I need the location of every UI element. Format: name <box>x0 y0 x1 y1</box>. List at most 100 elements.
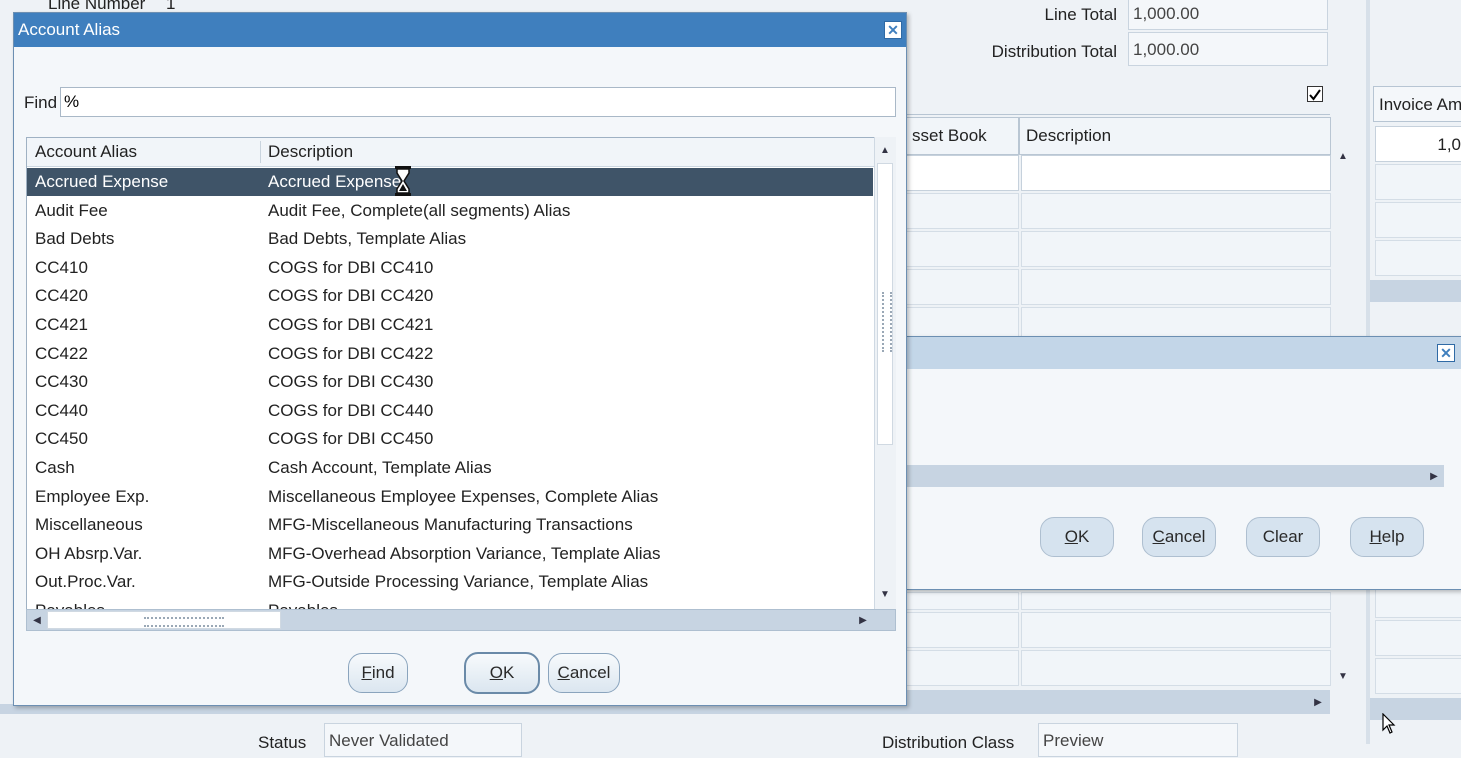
account-alias-list: Account Alias Description Accrued Expens… <box>26 137 876 611</box>
scroll-up-icon[interactable]: ▲ <box>877 141 893 159</box>
column-header-asset-book[interactable]: sset Book <box>905 117 1019 155</box>
dialog-title: Account Alias <box>18 20 121 39</box>
list-item[interactable]: Miscellaneous MFG-Miscellaneous Manufactu… <box>27 511 873 539</box>
column-header-account-alias[interactable]: Account Alias <box>35 142 137 162</box>
grid-cell[interactable] <box>1375 240 1461 276</box>
distribution-checkbox[interactable] <box>1307 86 1323 102</box>
list-item[interactable]: CC422 COGS for DBI CC422 <box>27 340 873 368</box>
list-item[interactable]: CC450 COGS for DBI CC450 <box>27 425 873 453</box>
account-alias-cell: CC430 <box>35 372 88 392</box>
description-cell: Miscellaneous Employee Expenses, Complet… <box>268 486 659 506</box>
grid-cell[interactable] <box>1375 164 1461 200</box>
list-item[interactable]: Cash Cash Account, Template Alias <box>27 454 873 482</box>
close-icon[interactable]: ✕ <box>1437 344 1455 362</box>
grid-horizontal-scrollbar[interactable] <box>905 690 1330 714</box>
scroll-down-icon[interactable]: ▼ <box>1335 667 1351 685</box>
account-alias-cell: Bad Debts <box>35 229 115 249</box>
grid-cell[interactable] <box>905 155 1019 191</box>
description-cell: COGS for DBI CC450 <box>268 429 434 449</box>
grid-cell[interactable] <box>1375 620 1461 656</box>
list-item[interactable]: CC430 COGS for DBI CC430 <box>27 368 873 396</box>
list-horizontal-scrollbar[interactable]: ◀ ▶ <box>26 609 896 631</box>
list-item[interactable]: Accrued Expense Accrued Expense <box>27 168 873 196</box>
list-item[interactable]: CC440 COGS for DBI CC440 <box>27 397 873 425</box>
account-alias-cell: OH Absrp.Var. <box>35 543 143 563</box>
account-alias-titlebar[interactable]: Account Alias <box>14 13 906 47</box>
distribution-total-field[interactable]: 1,000.00 <box>1128 32 1328 66</box>
account-alias-cell: CC421 <box>35 315 88 334</box>
description-cell: MFG-Overhead Absorption Variance, Templa… <box>268 543 661 563</box>
grid-cell[interactable] <box>905 269 1019 305</box>
description-cell: MFG-Miscellaneous Manufacturing Transact… <box>268 515 633 535</box>
account-alias-cell: Out.Proc.Var. <box>35 572 136 592</box>
grid-cell[interactable] <box>1375 202 1461 238</box>
list-item[interactable]: Employee Exp. Miscellaneous Employee Expe… <box>27 483 873 511</box>
find-input[interactable] <box>60 87 896 117</box>
account-alias-cell: Audit Fee <box>35 200 108 220</box>
line-total-label: Line Total <box>1044 5 1117 24</box>
grid-cell[interactable] <box>1021 592 1331 610</box>
grid-cell[interactable] <box>1021 612 1331 648</box>
ok-button[interactable]: OK <box>464 652 540 694</box>
column-header-description[interactable]: Description <box>268 142 353 162</box>
description-cell: Audit Fee, Complete(all segments) Alias <box>268 200 571 220</box>
grid-cell[interactable] <box>905 650 1019 686</box>
distribution-total-label: Distribution Total <box>991 42 1117 61</box>
account-alias-dialog: Account Alias ✕ Find Account Alias Descr… <box>13 12 907 706</box>
scroll-up-icon[interactable]: ▲ <box>1335 147 1351 165</box>
rear-ok-button[interactable]: OK <box>1040 517 1114 557</box>
list-item[interactable]: CC420 COGS for DBI CC420 <box>27 282 873 310</box>
rear-dialog-scrollbar[interactable] <box>906 465 1444 487</box>
find-label: Find <box>24 93 58 112</box>
grid-cell[interactable] <box>1021 231 1331 267</box>
grid-cell[interactable] <box>1021 193 1331 229</box>
grid-cell[interactable] <box>905 193 1019 229</box>
line-total-field[interactable]: 1,000.00 <box>1128 0 1328 30</box>
list-vertical-scrollbar[interactable]: ▲ ▼ <box>874 137 896 609</box>
arrow-cursor-icon <box>1382 713 1396 734</box>
scroll-right-icon[interactable]: ▶ <box>855 611 871 629</box>
scroll-left-icon[interactable]: ◀ <box>29 611 45 629</box>
column-header-description[interactable]: Description <box>1019 117 1331 155</box>
grid-cell[interactable] <box>1021 155 1331 191</box>
invoice-amount-cell[interactable]: 1,0 <box>1375 126 1461 162</box>
grid-cell[interactable] <box>905 307 1019 337</box>
list-item[interactable]: CC421 COGS for DBI CC421 <box>27 311 873 339</box>
cancel-button[interactable]: Cancel <box>548 653 620 693</box>
rear-dialog-titlebar[interactable] <box>906 337 1461 369</box>
scroll-right-icon[interactable]: ▶ <box>1310 693 1326 711</box>
grid-cell[interactable] <box>905 612 1019 648</box>
scrollbar-thumb[interactable] <box>877 163 893 445</box>
grid-cell[interactable] <box>1021 269 1331 305</box>
list-item[interactable]: Out.Proc.Var. MFG-Outside Processing Vari… <box>27 568 873 596</box>
grid-cell[interactable] <box>1021 650 1331 686</box>
rear-cancel-button[interactable]: Cancel <box>1142 517 1216 557</box>
scrollbar-thumb[interactable] <box>47 611 281 629</box>
close-icon[interactable]: ✕ <box>884 21 902 39</box>
grid-cell[interactable] <box>1021 307 1331 337</box>
status-field[interactable]: Never Validated <box>324 723 522 757</box>
list-item[interactable]: OH Absrp.Var. MFG-Overhead Absorption Var… <box>27 540 873 568</box>
list-item[interactable]: Bad Debts Bad Debts, Template Alias <box>27 225 873 253</box>
distribution-class-field[interactable]: Preview <box>1038 723 1238 757</box>
grid-cell[interactable] <box>905 231 1019 267</box>
column-header-invoice-amount[interactable]: Invoice Am <box>1373 86 1461 122</box>
scroll-right-icon[interactable]: ▶ <box>1426 467 1442 485</box>
description-cell: COGS for DBI CC420 <box>268 286 434 306</box>
description-cell: Cash Account, Template Alias <box>268 458 492 477</box>
account-alias-cell: Accrued Expense <box>35 172 169 191</box>
grid-cell[interactable] <box>905 592 1019 610</box>
find-button[interactable]: Find <box>348 653 408 693</box>
scroll-down-icon[interactable]: ▼ <box>877 585 893 603</box>
account-alias-cell: CC420 <box>35 286 88 306</box>
list-item[interactable]: Audit Fee Audit Fee, Complete(all segment… <box>27 197 873 225</box>
grid-cell[interactable] <box>1375 658 1461 694</box>
distribution-class-label: Distribution Class <box>882 733 1015 752</box>
account-alias-cell: CC450 <box>35 429 88 449</box>
rear-help-button[interactable]: Help <box>1350 517 1424 557</box>
rear-clear-button[interactable]: Clear <box>1246 517 1320 557</box>
description-cell: MFG-Outside Processing Variance, Templat… <box>268 572 649 592</box>
list-item[interactable]: CC410 COGS for DBI CC410 <box>27 254 873 282</box>
rear-dialog: ✕ ▶ OK Cancel Clear Help <box>905 336 1461 590</box>
description-cell: Bad Debts, Template Alias <box>268 229 467 249</box>
